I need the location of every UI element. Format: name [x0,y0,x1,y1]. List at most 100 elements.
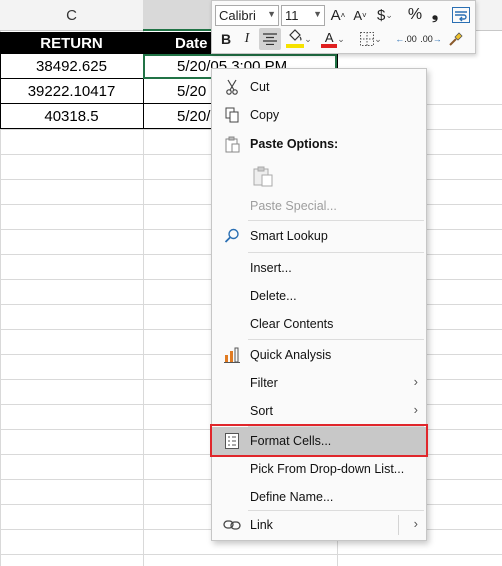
increase-decimal-button[interactable]: .00→ [419,29,443,49]
decrease-decimal-button[interactable]: ←.00 [394,29,418,49]
menu-separator [248,339,424,340]
table-cell[interactable]: 39222.10417 [0,79,143,104]
format-painter-button[interactable] [446,29,466,49]
menu-item-define-name[interactable]: Define Name... [212,484,426,510]
format-painter-icon [449,32,463,46]
paste-option-button[interactable] [248,161,278,191]
center-align-icon [263,33,277,45]
menu-item-label: Paste Options: [250,137,339,151]
cell-border [0,54,1,129]
font-color-button[interactable]: A ⌄ [318,29,348,49]
menu-item-label: Define Name... [250,490,334,504]
font-color-letter: A [324,30,334,45]
grow-font-icon: A [330,6,341,24]
menu-separator [248,510,424,511]
split-divider [398,515,399,535]
menu-item-label: Insert... [250,261,292,275]
menu-item-clear-contents[interactable]: Clear Contents [212,311,426,337]
header-cell-return[interactable]: RETURN [0,32,143,54]
header-cell-label: RETURN [40,34,103,52]
bold-icon: B [220,31,232,47]
column-header-c[interactable]: C [0,0,143,31]
italic-button[interactable]: I [238,29,256,49]
menu-item-label: Sort [250,404,273,418]
font-color-swatch [321,44,338,48]
increase-decimal-icon: .00→ [420,33,442,44]
fill-color-swatch [286,44,305,48]
menu-item-paste-special: Paste Special... [212,193,426,219]
menu-separator [248,220,424,221]
scissors-icon [223,78,241,96]
currency-format-button[interactable]: $ ⌄ [372,5,398,25]
menu-item-filter[interactable]: Filter › [212,370,426,396]
menu-item-label: Quick Analysis [250,348,332,362]
chevron-right-icon[interactable]: › [414,516,418,531]
header-cell-label: Date [175,34,208,52]
fill-bucket-icon [286,29,305,49]
borders-icon [360,32,375,46]
cell-value: 5/20/ [177,107,211,125]
grow-font-button[interactable]: A ˄ [328,5,348,25]
menu-item-quick-analysis[interactable]: Quick Analysis [212,342,426,368]
wrap-text-icon [452,7,470,23]
chevron-right-icon: › [413,374,418,389]
menu-item-label: Clear Contents [250,317,334,331]
menu-item-pick-from-list[interactable]: Pick From Drop-down List... [212,456,426,482]
menu-item-label: Pick From Drop-down List... [250,462,405,476]
quick-analysis-icon [223,346,241,364]
percent-icon: % [407,6,423,23]
menu-item-label: Copy [250,108,280,122]
wrap-text-button[interactable] [451,5,471,25]
center-align-button[interactable] [259,28,281,50]
menu-item-copy[interactable]: Copy [212,102,426,128]
chevron-down-icon: ⌄ [374,33,382,44]
annotation-highlight-box [210,424,428,457]
column-header-label: C [66,6,77,24]
menu-item-smart-lookup[interactable]: Smart Lookup [212,223,426,249]
grid-line [0,554,502,555]
menu-item-delete[interactable]: Delete... [212,283,426,309]
cell-value: 38492.625 [36,57,107,75]
chevron-down-icon: ⌄ [304,33,312,44]
mini-toolbar: Calibri ▼ 11 ▼ A ˄ A ˅ $ ⌄ % ❟ B I ⌄ A ⌄… [211,0,476,54]
chevron-down-icon: ⌄ [385,9,393,20]
menu-item-sort[interactable]: Sort › [212,398,426,424]
cell-value: 39222.10417 [27,82,116,100]
menu-item-label: Cut [250,80,270,94]
menu-item-label: Paste Special... [250,199,337,213]
font-color-icon: A [321,29,338,49]
chevron-down-icon: ⌄ [337,33,345,44]
table-cell[interactable]: 40318.5 [0,104,143,129]
table-cell[interactable]: 38492.625 [0,54,143,79]
copy-icon [223,106,241,124]
smart-lookup-icon [223,227,241,245]
italic-icon: I [244,31,250,46]
comma-style-button[interactable]: ❟ [428,5,442,25]
chevron-down-icon: ▼ [267,9,276,19]
menu-item-label: Smart Lookup [250,229,328,243]
decrease-decimal-icon: ←.00 [395,33,417,44]
shrink-font-button[interactable]: A ˅ [350,5,370,25]
clipboard-icon [223,135,241,153]
chevron-right-icon: › [413,402,418,417]
menu-separator [248,252,424,253]
cell-value: 5/20 [177,82,207,100]
context-menu: Cut Copy Paste Options: Paste Special... [211,68,427,541]
cell-value: 40318.5 [44,107,99,125]
menu-header-paste-options: Paste Options: [212,131,426,157]
shrink-font-icon: A [353,7,362,23]
menu-item-insert[interactable]: Insert... [212,255,426,281]
menu-item-label: Link [250,518,273,532]
menu-item-cut[interactable]: Cut [212,74,426,100]
bold-button[interactable]: B [216,29,236,49]
fill-color-button[interactable]: ⌄ [284,29,314,49]
font-name-combo[interactable]: Calibri ▼ [215,5,279,26]
font-size-combo[interactable]: 11 ▼ [281,5,325,26]
percent-style-button[interactable]: % [406,5,424,25]
borders-button[interactable]: ⌄ [356,29,386,49]
paste-icon [252,165,274,187]
excel-window: C RETURN Date 38492.625 39222.10417 4031… [0,0,502,566]
comma-icon: ❟ [431,6,439,23]
menu-item-label: Delete... [250,289,297,303]
menu-item-link[interactable]: Link › [212,512,426,538]
